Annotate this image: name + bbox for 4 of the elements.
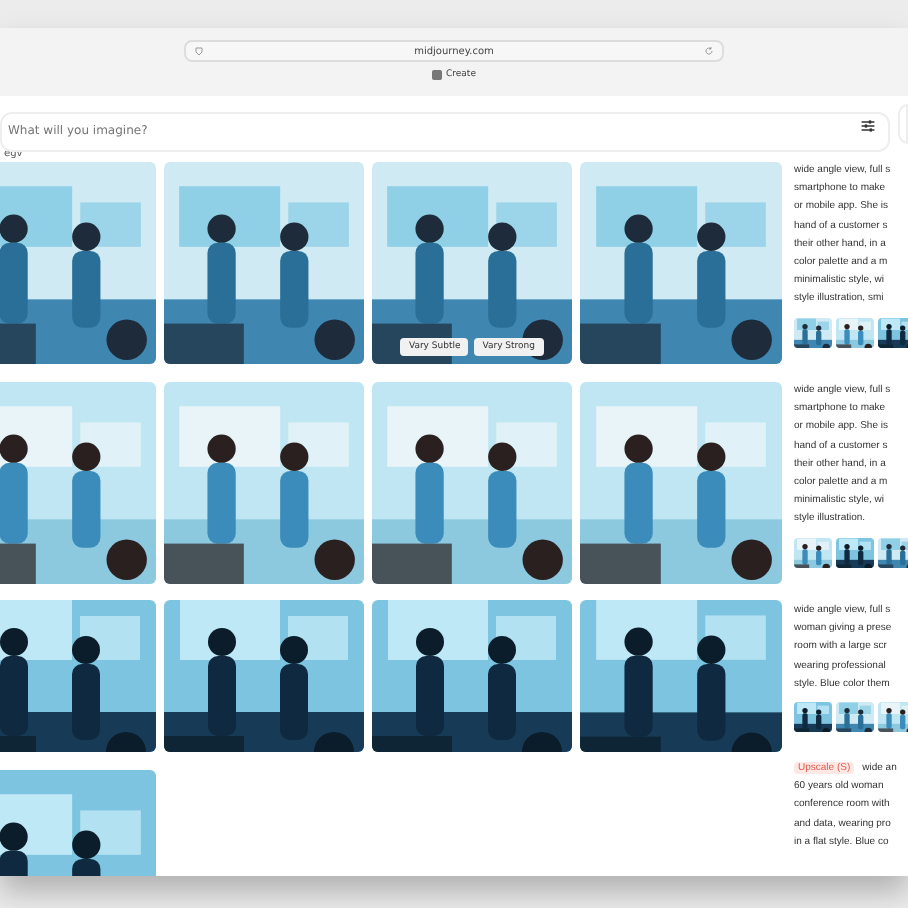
settings-icon[interactable] (860, 117, 876, 133)
reload-icon[interactable] (704, 46, 714, 56)
shield-icon (194, 46, 204, 56)
site-icon (432, 70, 443, 80)
